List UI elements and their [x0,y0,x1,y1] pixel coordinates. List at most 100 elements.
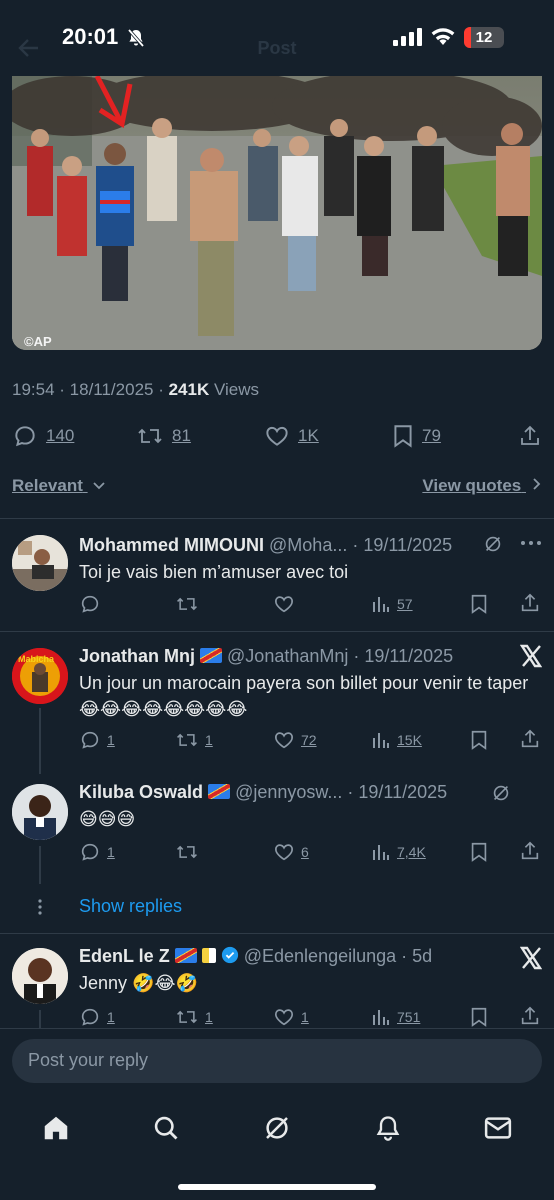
reply-item[interactable]: Mabicha Jonathan Mnj @JonathanMnj · 19/1… [0,632,554,772]
repost-icon [138,428,162,444]
repost-button[interactable]: 1 [175,1005,213,1028]
reply-text: Un jour un marocain payera son billet po… [79,673,529,719]
sort-dropdown[interactable]: Relevant [12,476,106,496]
views-icon [373,597,389,612]
reply-sort-row: Relevant View quotes [12,476,542,500]
reply-text: Jenny 🤣😂🤣 [79,973,198,993]
share-icon[interactable] [519,840,541,862]
author-handle[interactable]: @Moha... [269,535,347,555]
messages-icon [484,1117,512,1139]
tab-notifications[interactable] [368,1108,408,1148]
repost-button[interactable] [175,592,205,616]
share-button[interactable] [518,420,542,452]
like-button[interactable]: 1 [273,1005,309,1028]
tab-search[interactable] [146,1108,186,1148]
comment-button[interactable]: 1 [79,728,115,752]
comment-button[interactable]: 1 [79,840,115,864]
status-bar: 20:01 Post 12 [0,0,554,76]
reply-icon [81,731,99,749]
author-handle[interactable]: @jennyosw... [235,782,342,802]
author-name[interactable]: Kiluba Oswald [79,782,203,802]
crowd-photo: ©AP [12,76,542,350]
repost-count: 1 [205,732,213,748]
author-handle[interactable]: @Edenlengeilunga [244,946,396,966]
avatar[interactable] [12,535,68,591]
like-button[interactable] [273,592,301,616]
reply-date: · 5d [401,946,433,966]
grok-icon[interactable] [482,533,504,555]
x-logo-icon[interactable] [520,946,542,970]
reply-input[interactable]: Post your reply [12,1039,542,1083]
bookmark-icon[interactable] [469,841,489,863]
bookmark-icon[interactable] [469,729,489,751]
comment-button[interactable]: 1 [79,1005,115,1028]
views-count: 7,4K [397,844,426,860]
reply-button[interactable]: 140 [12,420,74,452]
view-quotes-label: View quotes [422,476,522,495]
views-button[interactable]: 15K [371,728,422,752]
tab-messages[interactable] [478,1108,518,1148]
view-quotes-link[interactable]: View quotes [422,476,542,496]
bookmark-icon[interactable] [469,593,489,615]
like-button[interactable]: 1K [264,420,319,452]
tab-grok[interactable] [257,1108,297,1148]
repost-icon [177,845,197,859]
share-icon[interactable] [519,728,541,750]
repost-count: 81 [172,426,191,445]
reply-item[interactable]: Mohammed MIMOUNI @Moha... · 19/11/2025 T… [0,519,554,631]
author-name[interactable]: Jonathan Mnj [79,646,195,666]
views-count: 751 [397,1009,421,1025]
avatar[interactable]: Mabicha [12,648,68,704]
bookmark-button[interactable]: 79 [392,420,441,452]
reply-header: Jonathan Mnj @JonathanMnj · 19/11/2025 [79,646,453,667]
views-button[interactable]: 7,4K [371,840,426,864]
reply-actions: 1 6 7,4K [79,840,539,864]
x-logo-icon[interactable] [520,644,542,668]
bookmark-icon [394,425,412,448]
image-watermark: ©AP [24,334,52,349]
repost-icon [177,733,197,747]
bookmark-icon[interactable] [469,1006,489,1028]
back-arrow-icon[interactable] [18,38,40,58]
share-icon[interactable] [519,592,541,614]
search-icon [154,1116,178,1140]
svg-text:Mabicha: Mabicha [18,654,55,664]
more-icon[interactable] [520,539,542,547]
author-name[interactable]: EdenL le Z [79,946,170,966]
reply-date: · 19/11/2025 [347,782,448,802]
avatar[interactable] [12,784,68,840]
reply-item[interactable]: EdenL le Z @Edenlengeilunga · 5d Jenny 🤣… [0,934,554,1028]
repost-count: 1 [205,1009,213,1025]
views-button[interactable]: 57 [371,592,413,616]
chevron-down-icon [92,482,105,490]
heart-icon [266,426,288,446]
comment-button[interactable] [79,592,107,616]
grok-icon [266,1117,288,1139]
avatar[interactable] [12,948,68,1004]
views-count: 15K [397,732,422,748]
like-button[interactable]: 72 [273,728,317,752]
drc-flag-icon [200,648,223,663]
author-name[interactable]: Mohammed MIMOUNI [79,535,264,555]
post-image[interactable]: ©AP [12,76,542,350]
views-button[interactable]: 751 [371,1005,420,1028]
repost-button[interactable] [175,840,205,864]
divider [0,1028,554,1029]
grok-icon[interactable] [490,782,512,804]
repost-button[interactable]: 81 [136,420,191,452]
post-action-bar: 140 81 1K 79 [0,420,554,452]
like-button[interactable]: 6 [273,840,309,864]
like-count: 1 [301,1009,309,1025]
notifications-icon [376,1116,400,1141]
chevron-right-icon [533,478,541,490]
repost-button[interactable]: 1 [175,728,213,752]
share-icon[interactable] [519,1005,541,1027]
heart-icon [275,732,293,749]
drc-flag-icon [174,948,197,963]
show-replies-link[interactable]: Show replies [79,896,182,917]
author-handle[interactable]: @JonathanMnj [227,646,348,666]
tab-home[interactable] [36,1108,76,1148]
like-count: 6 [301,844,309,860]
repost-icon [177,1010,197,1024]
reply-item[interactable]: Kiluba Oswald @jennyosw... · 19/11/2025 … [0,772,554,882]
